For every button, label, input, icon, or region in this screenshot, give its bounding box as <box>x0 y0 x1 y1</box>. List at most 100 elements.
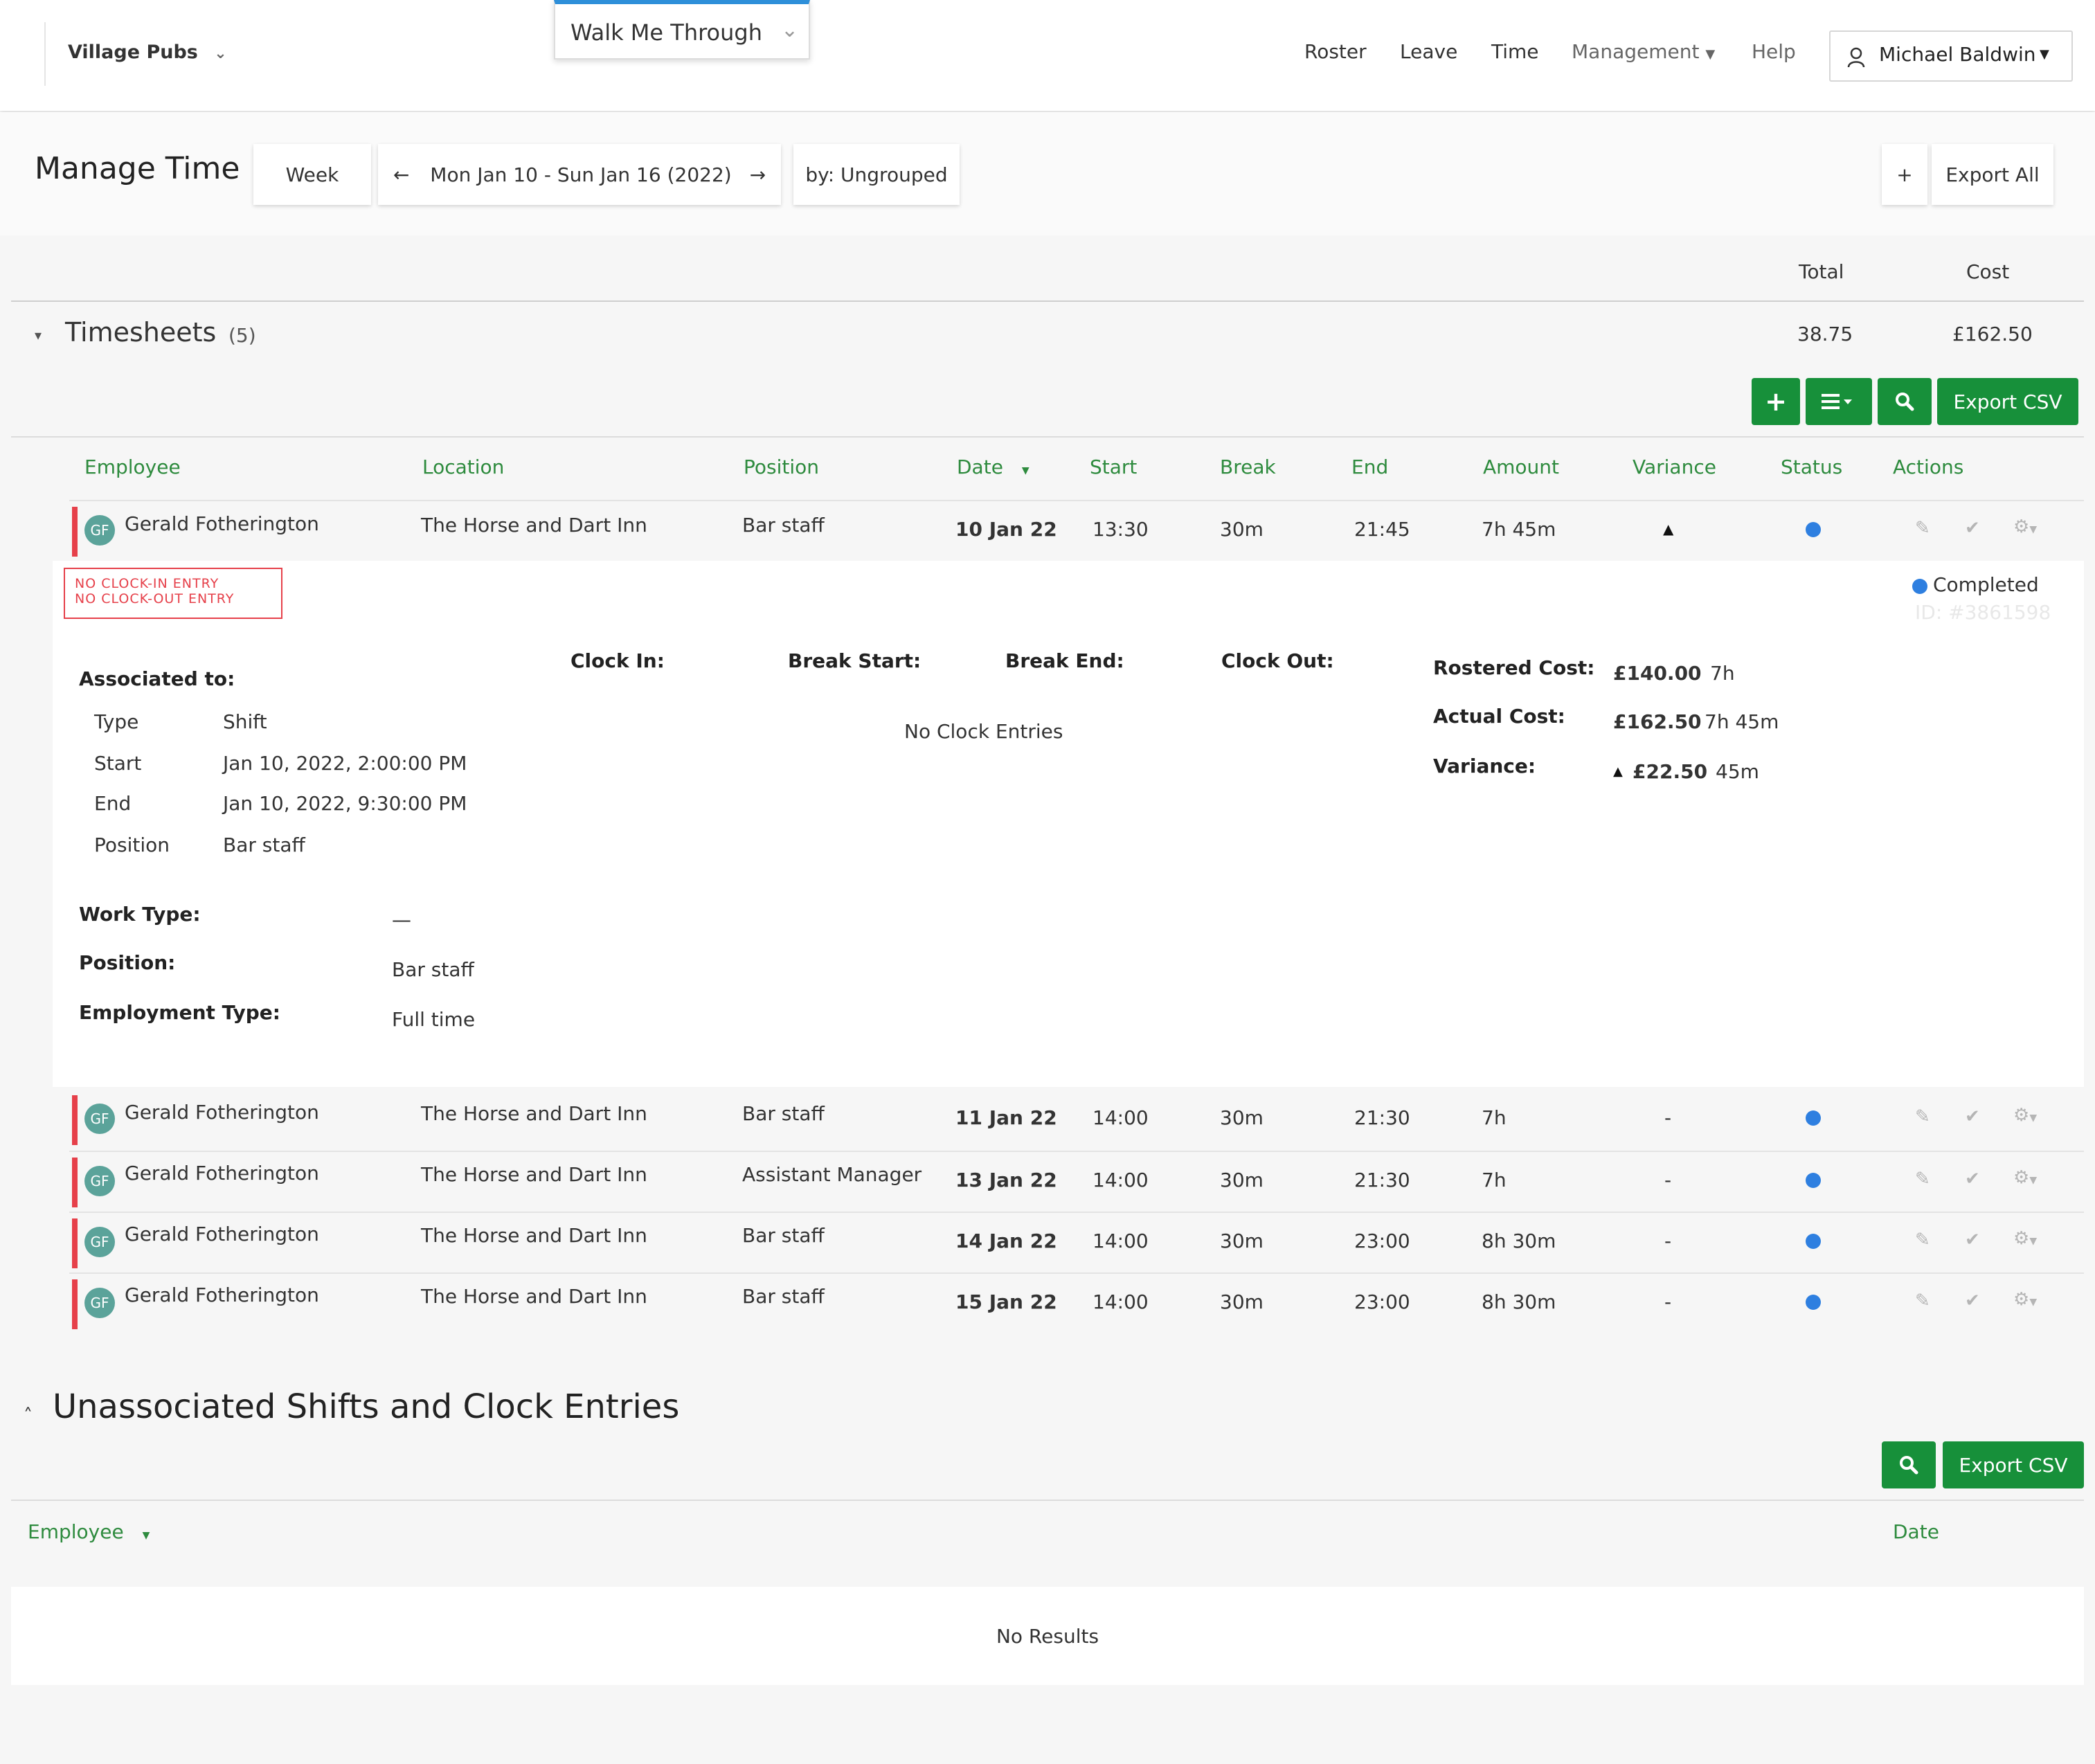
edit-pencil-icon[interactable]: ✎ <box>1915 1290 1930 1311</box>
timesheet-row[interactable]: GF Gerald Fotherington The Horse and Dar… <box>69 1213 2084 1274</box>
associated-label: Associated to: <box>79 667 235 690</box>
actual-cost-label: Actual Cost: <box>1433 705 1565 728</box>
export-all-label: Export All <box>1945 163 2040 186</box>
approve-check-icon[interactable]: ✔ <box>1965 1290 1980 1311</box>
timesheet-row[interactable]: GF Gerald Fotherington The Horse and Dar… <box>69 1090 2084 1151</box>
collapse-caret-icon[interactable]: ▾ <box>35 327 42 343</box>
column-header-status[interactable]: Status <box>1781 456 1842 478</box>
edit-pencil-icon[interactable]: ✎ <box>1915 518 1930 539</box>
variance-hours: 45m <box>1716 760 1759 783</box>
row-employee[interactable]: Gerald Fotherington <box>125 512 319 535</box>
org-switcher[interactable]: Village Pubs ⌄ <box>68 42 227 63</box>
nav-roster[interactable]: Roster <box>1304 40 1367 63</box>
no-clock-entries: No Clock Entries <box>904 720 1063 743</box>
settings-gear-icon[interactable]: ⚙▼ <box>2013 516 2037 537</box>
status-dot <box>1806 1110 1821 1126</box>
user-icon <box>1847 47 1865 68</box>
export-all-button[interactable]: Export All <box>1932 144 2053 205</box>
period-button[interactable]: Week <box>253 144 371 205</box>
date-range-picker[interactable]: ← Mon Jan 10 - Sun Jan 16 (2022) → <box>378 144 781 205</box>
approve-check-icon[interactable]: ✔ <box>1965 1106 1980 1127</box>
timesheet-row[interactable]: GF Gerald Fotherington The Horse and Dar… <box>69 501 2084 562</box>
column-header-date[interactable]: Date <box>1893 1520 1939 1543</box>
status-dot <box>1806 522 1821 537</box>
row-employee[interactable]: Gerald Fotherington <box>125 1284 319 1306</box>
nav-help[interactable]: Help <box>1752 40 1796 63</box>
variance-label: Variance: <box>1433 755 1536 777</box>
add-button[interactable]: + <box>1882 144 1927 205</box>
row-variance: - <box>1664 1169 1672 1191</box>
column-header-employee[interactable]: Employee ▼ <box>28 1520 150 1543</box>
search-icon <box>1896 393 1914 411</box>
column-header-break[interactable]: Break <box>1220 456 1276 478</box>
column-header-date[interactable]: Date ▼ <box>957 456 1029 478</box>
avatar: GF <box>84 1104 115 1134</box>
row-amount: 8h 30m <box>1482 1290 1556 1313</box>
column-header-start[interactable]: Start <box>1090 456 1137 478</box>
row-amount: 7h 45m <box>1482 518 1556 541</box>
arrow-left-icon[interactable]: ← <box>393 163 409 186</box>
break-end-label: Break End: <box>1005 649 1124 672</box>
warning-indicator <box>72 1279 78 1329</box>
rostered-cost-label: Rostered Cost: <box>1433 656 1595 679</box>
column-header-employee[interactable]: Employee <box>84 456 181 478</box>
settings-gear-icon[interactable]: ⚙▼ <box>2013 1228 2037 1249</box>
empty-state: No Results <box>11 1587 2084 1685</box>
employment-type-label: Employment Type: <box>79 1001 280 1024</box>
column-header-variance[interactable]: Variance <box>1633 456 1716 478</box>
row-position: Bar staff <box>742 1285 825 1308</box>
nav-time[interactable]: Time <box>1491 40 1539 63</box>
list-icon <box>1822 394 1852 409</box>
row-date: 14 Jan 22 <box>955 1230 1057 1252</box>
column-header-position[interactable]: Position <box>744 456 819 478</box>
add-timesheet-button[interactable]: + <box>1752 378 1800 425</box>
row-start: 14:00 <box>1093 1106 1149 1129</box>
row-end: 23:00 <box>1354 1290 1410 1313</box>
chevron-down-icon: ⌄ <box>214 45 227 62</box>
user-menu-button[interactable]: Michael Baldwin ▼ <box>1829 30 2073 82</box>
work-type-label: Work Type: <box>79 903 201 926</box>
export-csv-button[interactable]: Export CSV <box>1937 378 2078 425</box>
row-start: 14:00 <box>1093 1169 1149 1191</box>
row-start: 13:30 <box>1093 518 1149 541</box>
settings-gear-icon[interactable]: ⚙▼ <box>2013 1105 2037 1126</box>
warning-indicator <box>72 1158 78 1207</box>
row-position: Bar staff <box>742 1224 825 1247</box>
column-header-end[interactable]: End <box>1351 456 1388 478</box>
settings-gear-icon[interactable]: ⚙▼ <box>2013 1167 2037 1188</box>
edit-pencil-icon[interactable]: ✎ <box>1915 1106 1930 1127</box>
column-header-location[interactable]: Location <box>422 456 504 478</box>
edit-pencil-icon[interactable]: ✎ <box>1915 1169 1930 1189</box>
timesheet-detail-panel <box>53 561 2084 1087</box>
grouping-button[interactable]: by: Ungrouped <box>793 144 960 205</box>
approve-check-icon[interactable]: ✔ <box>1965 1230 1980 1250</box>
list-options-button[interactable] <box>1806 378 1872 425</box>
variance-up-icon: ▲ <box>1613 764 1623 779</box>
break-start-label: Break Start: <box>788 649 921 672</box>
section-title-unassociated: Unassociated Shifts and Clock Entries <box>53 1387 680 1426</box>
row-employee[interactable]: Gerald Fotherington <box>125 1101 319 1124</box>
avatar: GF <box>84 1227 115 1257</box>
approve-check-icon[interactable]: ✔ <box>1965 1169 1980 1189</box>
walk-me-through-dropdown[interactable]: Walk Me Through ⌄ <box>554 0 810 60</box>
export-csv-button[interactable]: Export CSV <box>1943 1441 2084 1488</box>
row-employee[interactable]: Gerald Fotherington <box>125 1162 319 1185</box>
arrow-right-icon[interactable]: → <box>750 163 766 186</box>
search-button[interactable] <box>1878 378 1932 425</box>
row-end: 21:30 <box>1354 1106 1410 1129</box>
row-end: 23:00 <box>1354 1230 1410 1252</box>
row-date: 10 Jan 22 <box>955 518 1057 541</box>
timesheet-row[interactable]: GF Gerald Fotherington The Horse and Dar… <box>69 1274 2084 1335</box>
nav-management[interactable]: Management ▼ <box>1572 40 1715 63</box>
position-label: Position <box>94 834 170 856</box>
row-employee[interactable]: Gerald Fotherington <box>125 1223 319 1245</box>
expand-caret-icon[interactable]: ˄ <box>24 1405 33 1426</box>
approve-check-icon[interactable]: ✔ <box>1965 518 1980 539</box>
edit-pencil-icon[interactable]: ✎ <box>1915 1230 1930 1250</box>
settings-gear-icon[interactable]: ⚙▼ <box>2013 1289 2037 1310</box>
timesheet-row[interactable]: GF Gerald Fotherington The Horse and Dar… <box>69 1152 2084 1213</box>
end-label: End <box>94 792 132 815</box>
column-header-amount[interactable]: Amount <box>1483 456 1559 478</box>
nav-leave[interactable]: Leave <box>1400 40 1457 63</box>
search-button[interactable] <box>1882 1441 1936 1488</box>
